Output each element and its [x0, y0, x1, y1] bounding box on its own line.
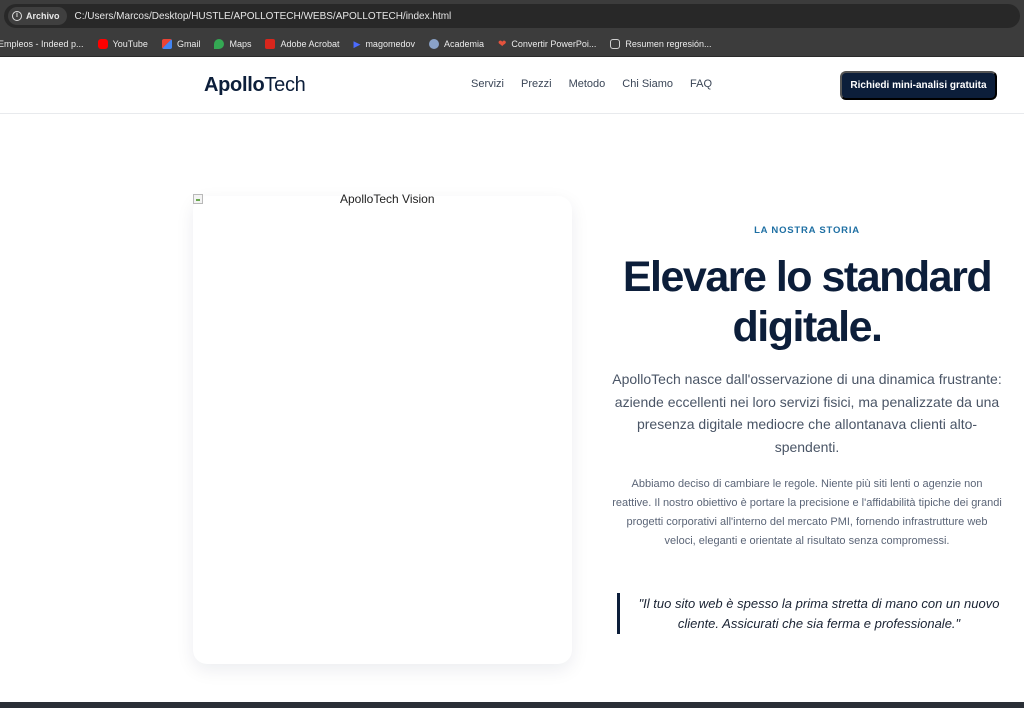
logo-bold: Apollo — [204, 74, 265, 96]
pull-quote: "Il tuo sito web è spesso la prima stret… — [638, 596, 1000, 631]
academia-icon — [428, 39, 439, 49]
logo-light: Tech — [264, 74, 306, 96]
main-nav: Servizi Prezzi Metodo Chi Siamo FAQ — [471, 78, 712, 90]
bookmarks-bar: Empleos - Indeed p... YouTube Gmail Maps… — [0, 32, 1024, 57]
browser-address-bar: i Archivo C:/Users/Marcos/Desktop/HUSTLE… — [0, 0, 1024, 32]
bookmark-label: Resumen regresión... — [625, 39, 712, 49]
body-paragraph: Abbiamo deciso di cambiare le regole. Ni… — [612, 478, 1002, 547]
nav-link-servizi[interactable]: Servizi — [471, 78, 504, 90]
bookmark-label: Maps — [229, 39, 252, 49]
logo[interactable]: ApolloTech — [204, 74, 306, 97]
bookmark-maps[interactable]: Maps — [214, 39, 251, 49]
bookmark-label: magomedov — [365, 39, 415, 49]
youtube-icon — [97, 39, 108, 49]
bookmark-convertir[interactable]: ❤ Convertir PowerPoi... — [498, 39, 596, 50]
bookmark-magomedov[interactable]: ▶ magomedov — [354, 39, 415, 50]
image-alt-text: ApolloTech Vision — [340, 192, 435, 206]
maps-icon — [214, 39, 225, 49]
quote-accent-bar — [617, 593, 620, 634]
acrobat-icon — [265, 39, 276, 49]
play-icon: ▶ — [353, 38, 361, 49]
omnibox[interactable]: i Archivo C:/Users/Marcos/Desktop/HUSTLE… — [4, 4, 1020, 28]
bookmark-label: Adobe Acrobat — [280, 39, 340, 49]
heart-icon: ❤ — [498, 38, 507, 50]
bookmark-indeed[interactable]: Empleos - Indeed p... — [0, 39, 84, 49]
bookmark-label: Convertir PowerPoi... — [511, 39, 597, 49]
broken-image-icon — [193, 194, 203, 204]
nav-link-faq[interactable]: FAQ — [690, 78, 712, 90]
bookmark-acrobat[interactable]: Adobe Acrobat — [265, 39, 340, 49]
openai-icon — [610, 39, 621, 49]
info-icon: i — [12, 11, 22, 21]
bookmark-academia[interactable]: Academia — [428, 39, 484, 49]
bookmark-label: Empleos - Indeed p... — [0, 39, 84, 49]
request-analysis-button[interactable]: Richiedi mini-analisi gratuita — [840, 71, 997, 100]
site-header: ApolloTech Servizi Prezzi Metodo Chi Sia… — [0, 57, 1024, 114]
section-eyebrow: LA NOSTRA STORIA — [754, 225, 860, 236]
bookmark-youtube[interactable]: YouTube — [97, 39, 148, 49]
bookmark-resumen[interactable]: Resumen regresión... — [610, 39, 711, 49]
site-info-chip[interactable]: i Archivo — [8, 7, 67, 25]
url-text[interactable]: C:/Users/Marcos/Desktop/HUSTLE/APOLLOTEC… — [75, 11, 452, 22]
next-section-edge — [0, 702, 1024, 708]
gmail-icon — [161, 39, 172, 49]
nav-link-prezzi[interactable]: Prezzi — [521, 78, 552, 90]
bookmark-label: YouTube — [112, 39, 148, 49]
bookmark-label: Gmail — [176, 39, 201, 49]
section-headline: Elevare lo standard digitale. — [622, 253, 993, 351]
bookmark-label: Academia — [443, 39, 484, 49]
lead-paragraph: ApolloTech nasce dall'osservazione di un… — [612, 371, 1002, 455]
nav-link-metodo[interactable]: Metodo — [569, 78, 606, 90]
site-chip-label: Archivo — [26, 11, 60, 21]
bookmark-gmail[interactable]: Gmail — [161, 39, 201, 49]
vision-image-card: ApolloTech Vision — [193, 192, 572, 664]
nav-link-chi-siamo[interactable]: Chi Siamo — [622, 78, 673, 90]
